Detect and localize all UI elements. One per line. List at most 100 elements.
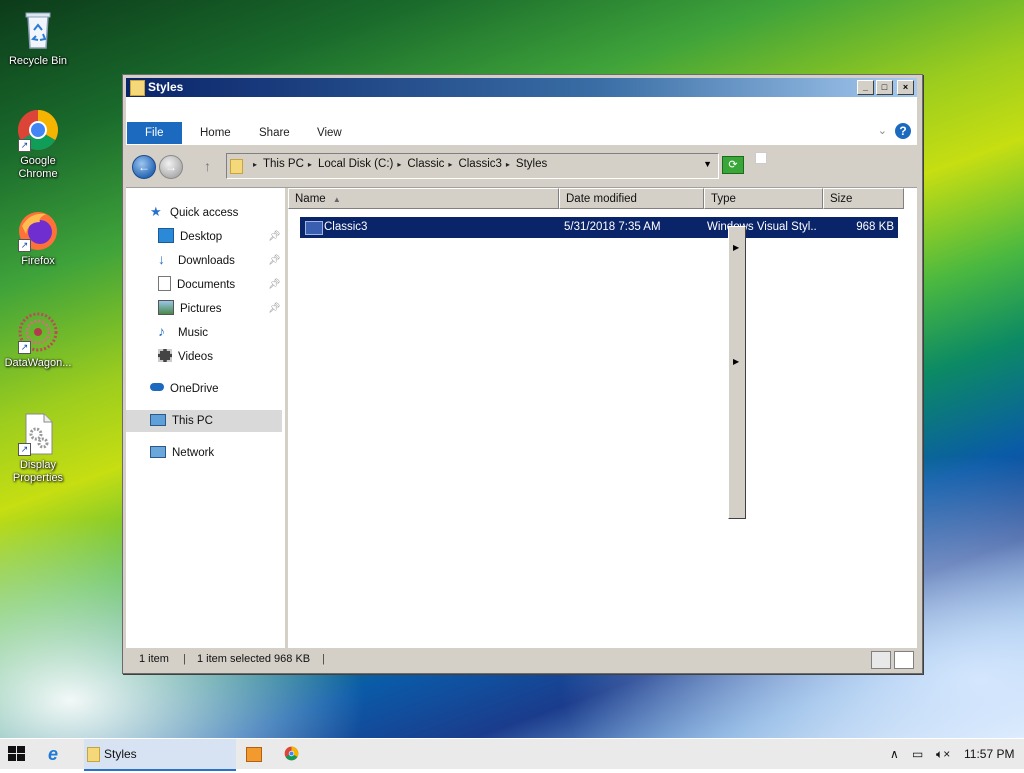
chevron-right-icon[interactable]: ▸ (506, 160, 510, 169)
breadcrumb-styles[interactable]: Styles (516, 158, 547, 170)
file-size: 968 KB (856, 221, 894, 233)
desktop-icon (158, 228, 174, 244)
nav-label: Music (178, 327, 209, 339)
download-arrow-icon: ↓ (158, 251, 165, 268)
breadcrumb: ▸ This PC ▸ Local Disk (C:) ▸ Classic ▸ … (249, 158, 547, 170)
search-input[interactable] (755, 152, 767, 164)
network-tray-icon[interactable]: ▭ (912, 739, 923, 769)
tab-view[interactable]: View (305, 122, 354, 144)
nav-network[interactable]: Network (150, 442, 214, 464)
nav-label: Quick access (170, 207, 239, 219)
folder-icon (130, 80, 145, 96)
column-header-date[interactable]: Date modified (559, 188, 704, 209)
table-row[interactable]: Classic3 5/31/2018 7:35 AM Windows Visua… (300, 217, 898, 238)
nav-onedrive[interactable]: OneDrive (150, 378, 219, 400)
context-menu[interactable]: ▶ ▶ (728, 226, 746, 519)
nav-pictures[interactable]: Pictures 📌︎ (158, 298, 282, 320)
internet-explorer-icon[interactable]: e (48, 739, 68, 769)
volume-muted-icon[interactable]: 🔈︎× (936, 739, 950, 769)
nav-quick-access[interactable]: ★ Quick access (150, 202, 238, 224)
close-button[interactable]: × (897, 80, 914, 95)
tab-share[interactable]: Share (247, 122, 302, 144)
tab-file[interactable]: File (127, 122, 182, 144)
nav-this-pc[interactable]: This PC (126, 410, 282, 432)
desktop-icon-google-chrome[interactable]: ↗ Google Chrome (0, 108, 76, 181)
desktop-icon-label: Firefox (21, 255, 55, 267)
help-button[interactable]: ? (895, 123, 911, 139)
folder-icon (87, 747, 100, 762)
details-view-icon[interactable] (871, 651, 891, 669)
breadcrumb-this-pc[interactable]: This PC (263, 158, 304, 170)
tray-expand-icon[interactable]: ∧ (890, 739, 899, 769)
nav-desktop[interactable]: Desktop 📌︎ (158, 226, 282, 248)
column-header-name[interactable]: Name ▲ (288, 188, 559, 209)
nav-downloads[interactable]: ↓ Downloads 📌︎ (158, 250, 282, 272)
music-note-icon: ♪ (158, 323, 165, 340)
status-bar: 1 item | 1 item selected 968 KB | (126, 648, 917, 670)
pin-icon[interactable]: 📌︎ (268, 274, 281, 296)
network-icon (150, 445, 166, 458)
pin-icon[interactable]: 📌︎ (268, 298, 281, 320)
nav-label: Network (172, 447, 215, 459)
desktop-icon-label: DataWagon... (4, 357, 72, 369)
taskbar-item-label: Styles (104, 747, 137, 761)
navigation-pane: ★ Quick access Desktop 📌︎ ↓ Downloads 📌︎ D… (126, 188, 288, 648)
up-arrow-icon[interactable]: ↑ (204, 158, 211, 174)
chevron-right-icon[interactable]: ▸ (448, 160, 452, 169)
nav-music[interactable]: ♪ Music (158, 322, 208, 344)
breadcrumb-local-disk[interactable]: Local Disk (C:) (318, 158, 393, 170)
datawagon-icon: ↗ (16, 310, 60, 354)
submenu-arrow-icon: ▶ (733, 243, 740, 252)
media-player-icon[interactable] (246, 739, 264, 769)
cloud-icon (150, 382, 164, 391)
nav-videos[interactable]: Videos (158, 346, 213, 368)
nav-label: Documents (177, 279, 236, 291)
nav-label: Videos (178, 351, 213, 363)
address-toolbar: ← → ↑ ▸ This PC ▸ Local Disk (C:) ▸ Clas… (126, 145, 917, 188)
file-type: Windows Visual Styl... (707, 221, 817, 233)
start-button[interactable] (8, 746, 26, 762)
desktop-icon-label: Google Chrome (18, 155, 58, 180)
file-list: Name ▲ Date modified Type Size Classic3 … (288, 188, 917, 648)
address-dropdown-icon[interactable]: ▼ (703, 159, 712, 169)
minimize-button[interactable]: _ (857, 80, 874, 95)
tab-home[interactable]: Home (188, 122, 243, 144)
column-header-size[interactable]: Size (823, 188, 904, 209)
taskbar-item-styles[interactable]: Styles (84, 739, 236, 771)
taskbar: e Styles ∧ ▭ 🔈︎× 11:57 PM (0, 738, 1024, 771)
back-button[interactable]: ← (132, 155, 156, 179)
chevron-right-icon[interactable]: ▸ (397, 160, 401, 169)
desktop-icon-label: Recycle Bin (8, 55, 68, 67)
computer-icon (150, 413, 166, 426)
star-icon: ★ (150, 204, 162, 220)
visual-style-file-icon (305, 221, 323, 235)
forward-button[interactable]: → (159, 155, 183, 179)
pin-icon[interactable]: 📌︎ (268, 226, 281, 248)
refresh-button[interactable]: ⟳ (722, 156, 744, 174)
firefox-icon: ↗ (16, 208, 60, 252)
pin-icon[interactable]: 📌︎ (268, 250, 281, 272)
desktop-icon-recycle-bin[interactable]: Recycle Bin (0, 8, 76, 68)
chevron-right-icon[interactable]: ▸ (253, 160, 257, 169)
chrome-taskbar-icon[interactable] (284, 739, 302, 769)
chevron-right-icon[interactable]: ▸ (308, 160, 312, 169)
desktop-icon-firefox[interactable]: ↗ Firefox (0, 208, 76, 268)
status-item-count: 1 item (139, 653, 169, 665)
large-icons-view-icon[interactable] (894, 651, 914, 669)
breadcrumb-classic[interactable]: Classic (407, 158, 444, 170)
breadcrumb-classic3[interactable]: Classic3 (458, 158, 501, 170)
maximize-button[interactable]: □ (876, 80, 893, 95)
file-name: Classic3 (324, 221, 368, 233)
column-header-type[interactable]: Type (704, 188, 823, 209)
desktop-icon-display-properties[interactable]: ↗ Display Properties (0, 412, 76, 485)
ribbon-expand-chevron-icon[interactable]: ⌄ (878, 124, 887, 137)
window-title: Styles (148, 80, 184, 94)
desktop-icon-datawagon[interactable]: ↗ DataWagon... (0, 310, 76, 370)
chrome-icon: ↗ (16, 108, 60, 152)
nav-label: OneDrive (170, 383, 219, 395)
clock[interactable]: 11:57 PM (964, 739, 1014, 769)
nav-documents[interactable]: Documents 📌︎ (158, 274, 282, 296)
pictures-icon (158, 300, 174, 316)
window-titlebar[interactable]: Styles _ □ × (126, 78, 917, 97)
address-bar[interactable]: ▸ This PC ▸ Local Disk (C:) ▸ Classic ▸ … (226, 153, 719, 179)
